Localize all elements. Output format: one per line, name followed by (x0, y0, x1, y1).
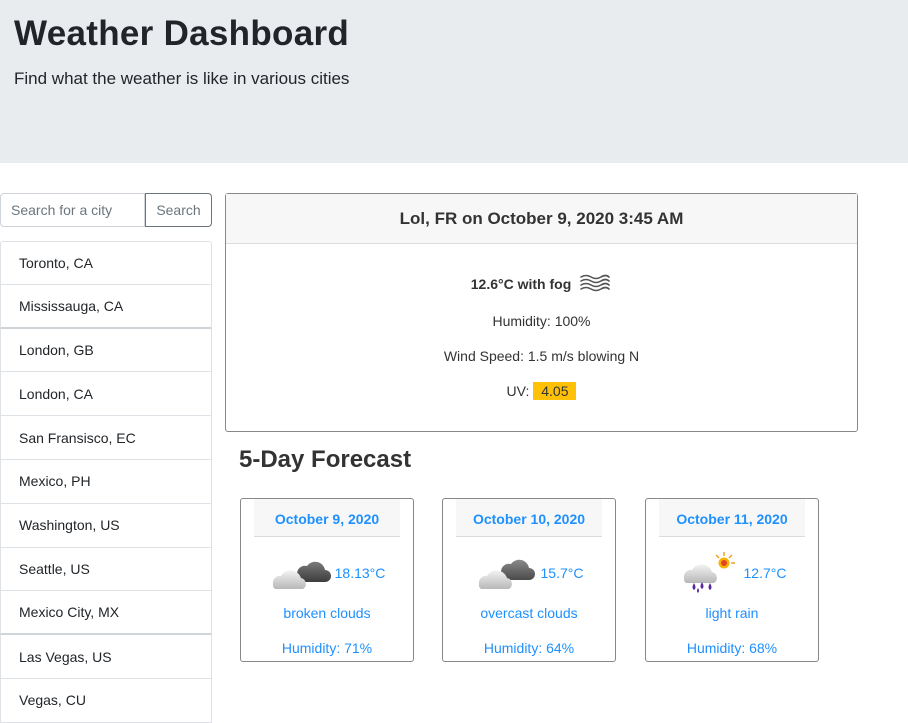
forecast-description: broken clouds (283, 605, 371, 621)
forecast-temp: 18.13°C (334, 565, 386, 581)
current-humidity: Humidity: 100% (492, 313, 591, 329)
forecast-card: October 9, 2020 18.13°C broken clouds Hu… (240, 498, 414, 662)
forecast-humidity: Humidity: 68% (686, 640, 778, 656)
forecast-temp: 15.7°C (540, 565, 584, 581)
forecast-title: 5-Day Forecast (239, 446, 412, 473)
forecast-date: October 10, 2020 (456, 499, 602, 537)
forecast-humidity: Humidity: 71% (281, 640, 373, 656)
uv-label: UV: (506, 383, 530, 399)
search-group: Search (0, 193, 212, 227)
forecast-card: October 10, 2020 15.7°C overcast clouds … (442, 498, 616, 662)
city-history-list: Toronto, CA Mississauga, CA London, GB L… (0, 241, 212, 723)
city-item[interactable]: Mississauga, CA (0, 284, 212, 329)
current-weather-heading: Lol, FR on October 9, 2020 3:45 AM (226, 194, 857, 244)
search-input[interactable] (0, 193, 145, 227)
forecast-date: October 9, 2020 (254, 499, 400, 537)
page-title: Weather Dashboard (14, 14, 350, 53)
city-item[interactable]: Toronto, CA (0, 241, 212, 285)
forecast-temp: 12.7°C (743, 565, 787, 581)
uv-badge: 4.05 (533, 382, 577, 400)
search-button[interactable]: Search (145, 193, 212, 227)
light-rain-icon (678, 550, 740, 597)
broken-clouds-icon (269, 552, 331, 595)
current-uv: UV: 4.05 (226, 381, 857, 401)
city-item[interactable]: Vegas, CU (0, 678, 212, 723)
forecast-date: October 11, 2020 (659, 499, 805, 537)
current-wind-speed: Wind Speed: 1.5 m/s blowing N (443, 348, 640, 364)
city-item[interactable]: Las Vegas, US (0, 635, 212, 679)
forecast-card: October 11, 2020 12.7°C light rain Humid… (645, 498, 819, 662)
current-condition: 12.6°C with fog (470, 276, 572, 292)
city-item[interactable]: London, GB (0, 328, 212, 373)
forecast-description: overcast clouds (480, 605, 578, 621)
forecast-description: light rain (705, 605, 759, 621)
page-subtitle: Find what the weather is like in various… (14, 69, 350, 88)
current-weather-card: Lol, FR on October 9, 2020 3:45 AM 12.6°… (225, 193, 858, 432)
forecast-humidity: Humidity: 64% (483, 640, 575, 656)
header-banner: Weather Dashboard Find what the weather … (0, 0, 908, 163)
fog-icon (578, 271, 612, 298)
city-item[interactable]: London, CA (0, 372, 212, 417)
city-item[interactable]: San Fransisco, EC (0, 416, 212, 460)
city-item[interactable]: Seattle, US (0, 547, 212, 592)
city-item[interactable]: Mexico City, MX (0, 591, 212, 636)
overcast-clouds-icon (475, 552, 537, 595)
city-item[interactable]: Mexico, PH (0, 459, 212, 504)
city-item[interactable]: Washington, US (0, 503, 212, 548)
